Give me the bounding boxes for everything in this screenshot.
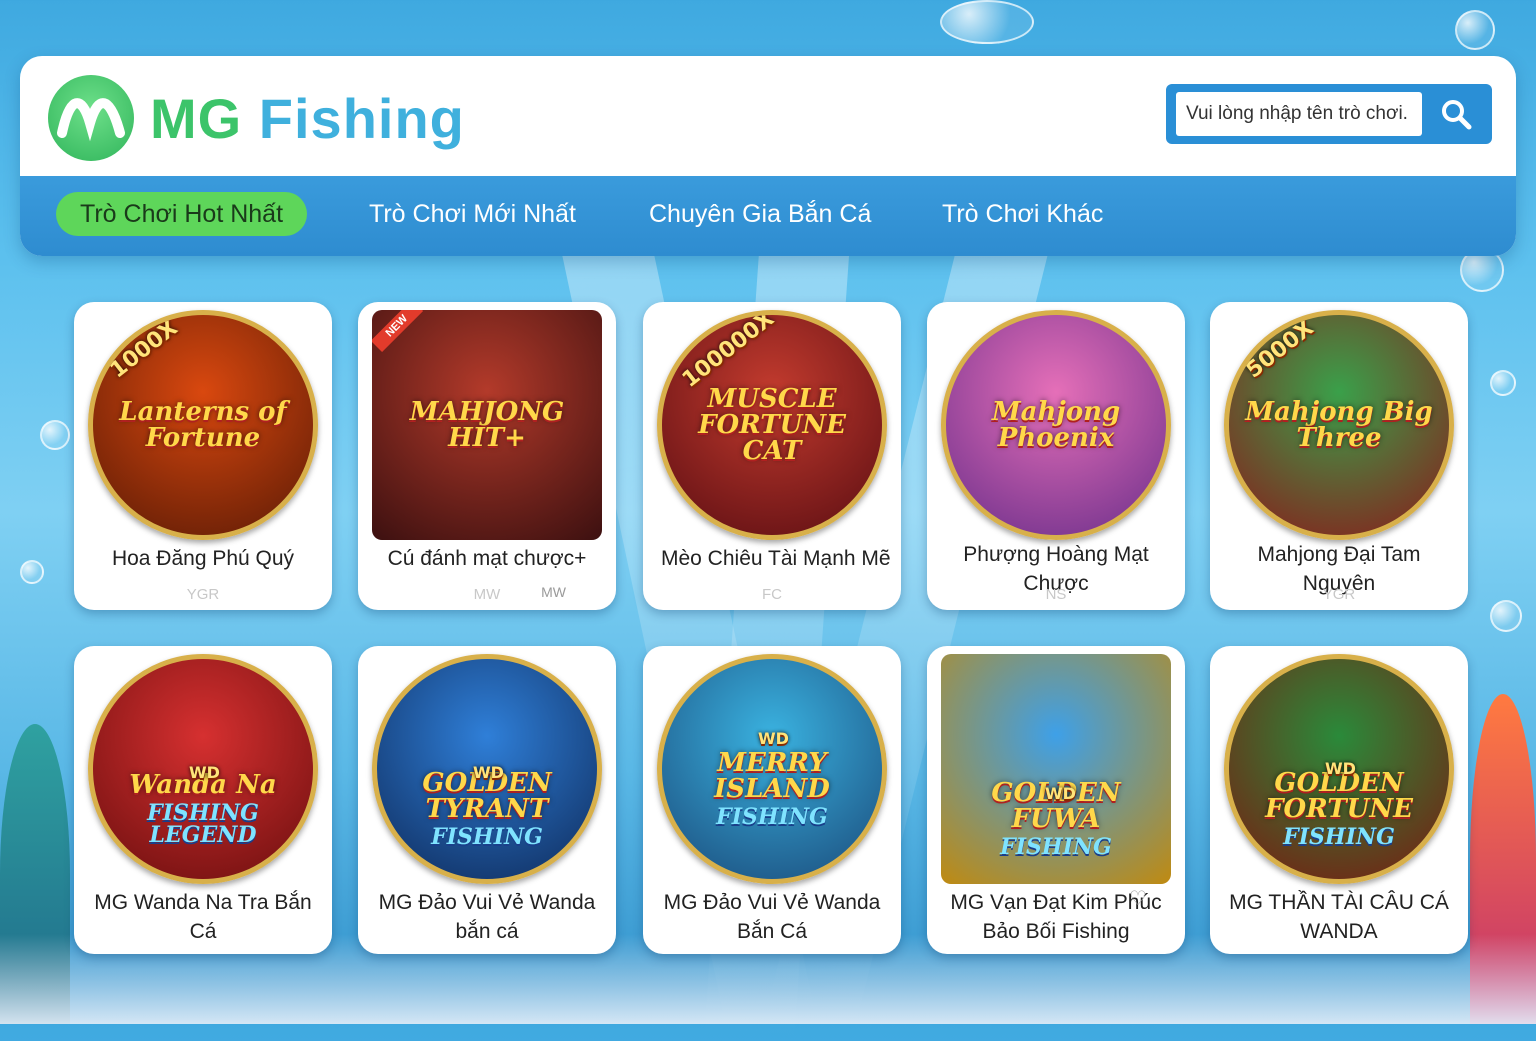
game-art-badge: 5000X [1241,315,1319,384]
game-art-title: GOLDEN FORTUNE FISHING [1229,770,1449,848]
game-art-badge: WD [1325,759,1356,778]
game-art-title: MAHJONG HIT+ [409,397,565,453]
game-art-subtitle: FISHING [431,824,543,850]
game-card[interactable]: 5000X Mahjong Big Three Mahjong Đại Tam … [1210,302,1468,610]
tab-new-games[interactable]: Trò Chơi Mới Nhất [369,192,576,236]
game-art-badge: 1000X [105,315,183,384]
game-art-title: MUSCLE FORTUNE CAT [698,384,846,466]
search-input[interactable] [1176,92,1422,136]
game-card[interactable]: WD GOLDEN TYRANT FISHING MG Đảo Vui Vẻ W… [358,646,616,954]
game-art-title: Mahjong Big Three [1245,397,1433,453]
brand-name-part2: Fishing [258,86,465,150]
game-thumbnail: WD MERRY ISLAND FISHING [657,654,887,884]
game-card[interactable]: Mahjong Phoenix Phượng Hoàng Mạt Chược N… [927,302,1185,610]
game-provider: NS [1045,586,1067,603]
game-card[interactable]: WD GOLDEN FORTUNE FISHING MG THẦN TÀI CÂ… [1210,646,1468,954]
game-thumbnail: WD GOLDEN TYRANT FISHING [372,654,602,884]
game-card[interactable]: 1000X Lanterns of Fortune Hoa Đăng Phú Q… [74,302,332,610]
game-provider: YGR [1322,586,1356,603]
mg-logo-icon [48,75,134,161]
game-art-title-main: MERRY ISLAND [714,748,830,804]
game-art-badge: WD [1045,784,1076,803]
search-button[interactable] [1428,92,1484,136]
bubble [1455,10,1495,50]
game-art-badge: 100000X [677,310,779,393]
brand-name-part1: MG [150,86,243,150]
tab-other-games[interactable]: Trò Chơi Khác [942,192,1103,236]
game-card[interactable]: WD GOLDEN FUWA FISHING MG Vạn Đạt Kim Ph… [927,646,1185,954]
header: MG Fishing Trò Chơi Hot Nhất Trò Chơi Mớ… [20,56,1516,256]
game-card[interactable]: 100000X MUSCLE FORTUNE CAT Mèo Chiêu Tài… [643,302,901,610]
favorite-heart-icon[interactable]: ♡ [1129,886,1147,911]
brand-name: MG Fishing [150,86,465,151]
search-box [1166,84,1492,144]
game-art-badge: WD [189,763,220,782]
game-provider: FC [762,586,782,603]
game-name: Mèo Chiêu Tài Mạnh Mẽ [661,547,891,570]
search-icon [1442,100,1472,130]
game-art-subtitle: FISHING [1283,824,1395,850]
game-card[interactable]: WD Wanda Na FISHING LEGEND MG Wanda Na T… [74,646,332,954]
category-nav: Trò Chơi Hot Nhất Trò Chơi Mới Nhất Chuy… [20,176,1516,256]
game-name: Hoa Đăng Phú Quý [111,547,295,570]
new-badge: NEW [372,310,423,353]
logo[interactable]: MG Fishing [48,70,465,166]
game-art-badge: WD [473,763,504,782]
game-thumbnail: 1000X Lanterns of Fortune [88,310,318,540]
game-thumbnail: Mahjong Phoenix [941,310,1171,540]
tab-fishing-expert[interactable]: Chuyên Gia Bắn Cá [649,192,871,236]
game-thumbnail: WD GOLDEN FUWA FISHING [941,654,1171,884]
tab-hot-games[interactable]: Trò Chơi Hot Nhất [56,192,308,236]
game-thumbnail: WD GOLDEN FORTUNE FISHING [1224,654,1454,884]
game-art-subtitle: FISHING [716,804,828,830]
game-art-subtitle: FISHING [1000,834,1112,860]
game-art-title: MERRY ISLAND FISHING [662,750,882,828]
game-art-subtitle: FISHING LEGEND [147,800,259,848]
game-name: MG Wanda Na Tra Bắn Cá [94,891,312,943]
game-name: MG Đảo Vui Vẻ Wanda Bắn Cá [663,891,881,943]
game-name: MG THẦN TÀI CÂU CÁ WANDA [1229,891,1449,943]
game-name: MG Đảo Vui Vẻ Wanda bắn cá [378,891,596,943]
game-name: Cú đánh mạt chược+ [387,547,587,570]
bubble [1490,600,1522,632]
game-provider: YGR [186,586,220,603]
game-thumbnail: 100000X MUSCLE FORTUNE CAT [657,310,887,540]
game-card[interactable]: NEW MAHJONG HIT+ Cú đánh mạt chược+ MW M… [358,302,616,610]
bubble [40,420,70,450]
game-provider: MW [473,586,501,603]
game-thumbnail: WD Wanda Na FISHING LEGEND [88,654,318,884]
game-provider-secondary: MW [541,584,566,600]
game-card[interactable]: WD MERRY ISLAND FISHING MG Đảo Vui Vẻ Wa… [643,646,901,954]
game-art-title: Lanterns of Fortune [119,397,287,453]
bubble [1490,370,1516,396]
game-art-title: Mahjong Phoenix [991,397,1121,453]
bubble [940,0,1034,44]
bubble [20,560,44,584]
game-art-title: Wanda Na FISHING LEGEND [93,772,313,846]
game-art-badge: WD [758,729,789,748]
game-thumbnail: 5000X Mahjong Big Three [1224,310,1454,540]
game-thumbnail: NEW MAHJONG HIT+ [372,310,602,540]
